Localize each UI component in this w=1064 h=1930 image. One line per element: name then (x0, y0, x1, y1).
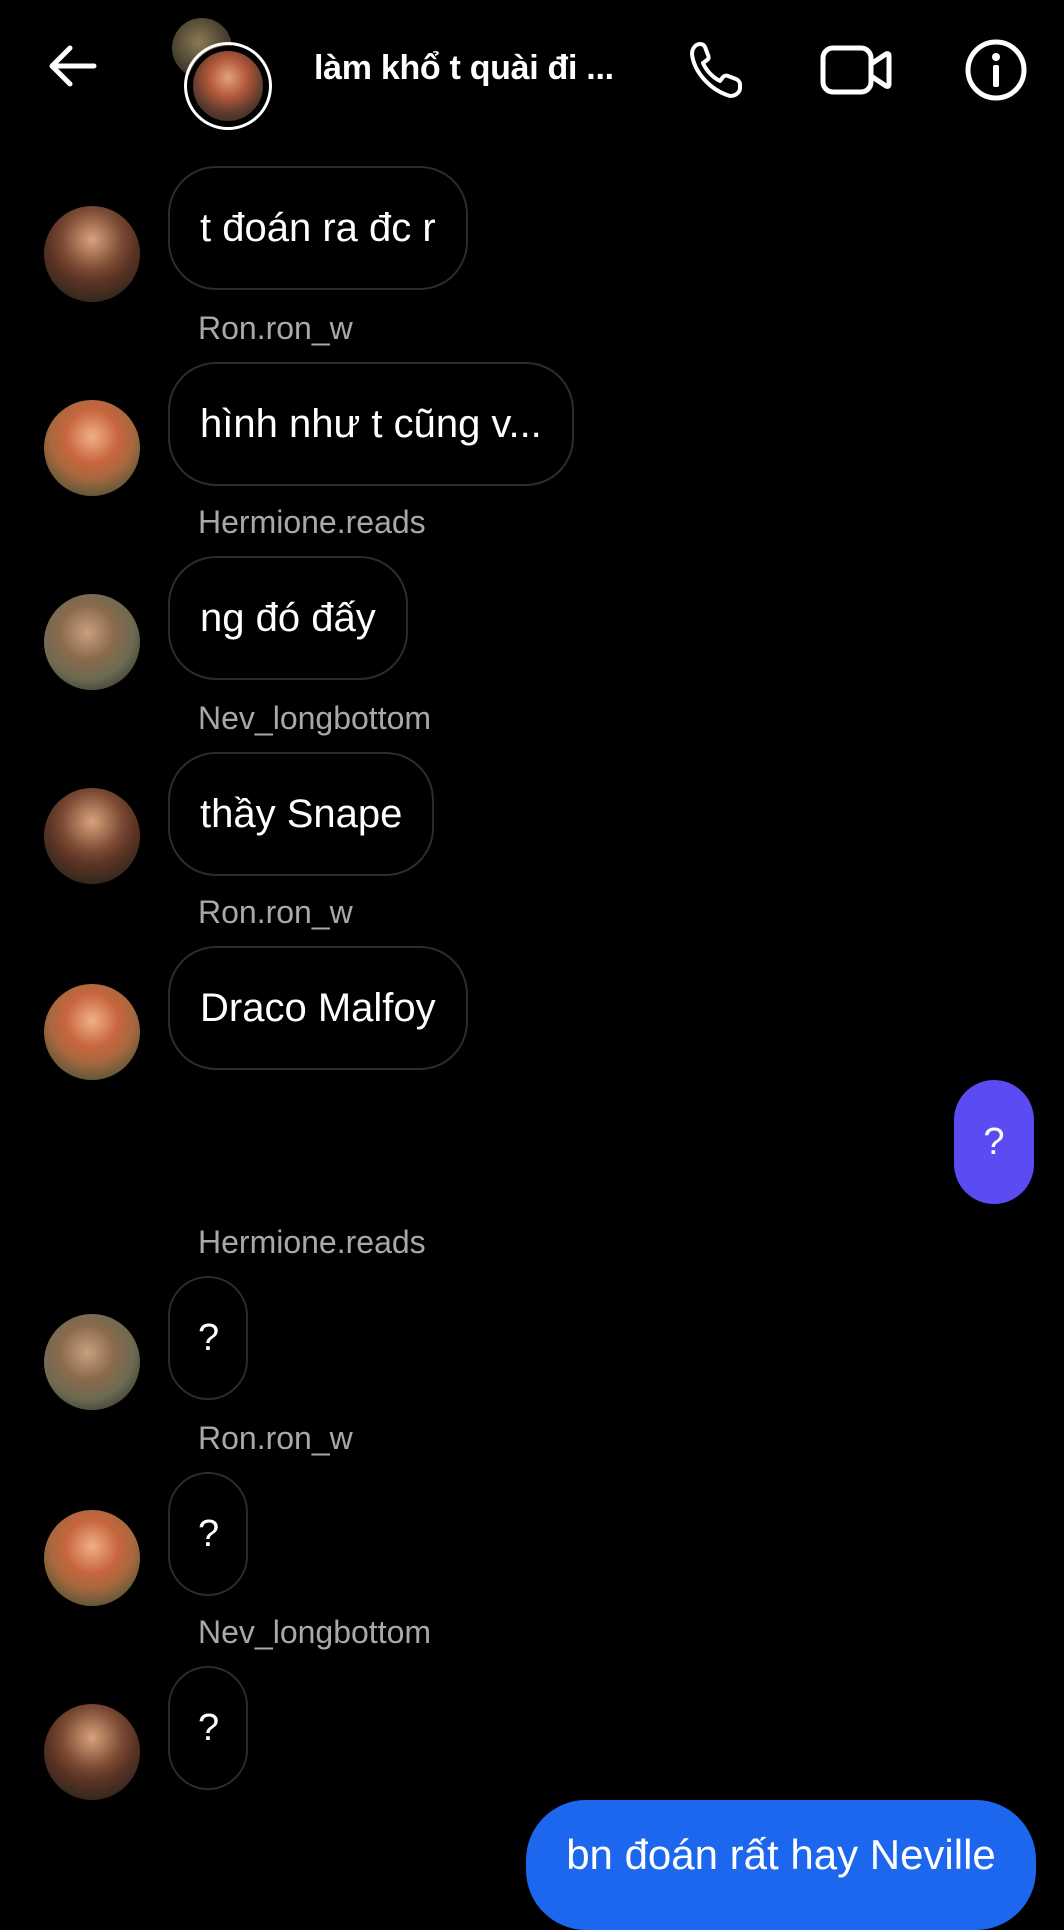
avatar[interactable] (44, 1704, 140, 1800)
group-avatar[interactable] (168, 14, 278, 130)
avatar[interactable] (44, 1314, 140, 1410)
chat-header: làm khổ t quài đi ... (0, 0, 1064, 140)
avatar[interactable] (44, 594, 140, 690)
avatar[interactable] (44, 984, 140, 1080)
avatar[interactable] (44, 206, 140, 302)
avatar[interactable] (44, 788, 140, 884)
voice-call-button[interactable] (680, 34, 752, 106)
sender-name: Nev_longbottom (198, 700, 432, 736)
group-avatar-front (188, 46, 268, 126)
sender-name: Ron.ron_w (198, 894, 353, 930)
message-bubble[interactable]: ? (168, 1472, 248, 1596)
message-bubble[interactable]: ? (168, 1276, 248, 1400)
message-bubble[interactable]: hình như t cũng v... (168, 362, 574, 486)
outgoing-message-bubble[interactable]: ? (954, 1080, 1034, 1204)
avatar[interactable] (44, 400, 140, 496)
video-call-button[interactable] (820, 34, 892, 106)
message-bubble[interactable]: ? (168, 1666, 248, 1790)
video-camera-icon (820, 45, 892, 95)
chat-title[interactable]: làm khổ t quài đi ... (314, 46, 634, 90)
info-button[interactable] (960, 34, 1032, 106)
back-button[interactable] (40, 38, 104, 94)
sender-name: Hermione.reads (198, 504, 426, 540)
phone-icon (690, 42, 742, 98)
sender-name: Nev_longbottom (198, 1614, 432, 1650)
avatar[interactable] (44, 1510, 140, 1606)
info-icon (965, 39, 1027, 101)
message-bubble[interactable]: thầy Snape (168, 752, 435, 876)
message-bubble[interactable]: t đoán ra đc r (168, 166, 468, 290)
arrow-left-icon (49, 45, 97, 87)
sender-name: Ron.ron_w (198, 310, 353, 346)
message-bubble[interactable]: ng đó đấy (168, 556, 408, 680)
sender-name: Hermione.reads (198, 1224, 426, 1260)
sender-name: Ron.ron_w (198, 1420, 353, 1456)
outgoing-message-bubble[interactable]: bn đoán rất hay Neville (526, 1800, 1036, 1930)
message-bubble[interactable]: Draco Malfoy (168, 946, 468, 1070)
